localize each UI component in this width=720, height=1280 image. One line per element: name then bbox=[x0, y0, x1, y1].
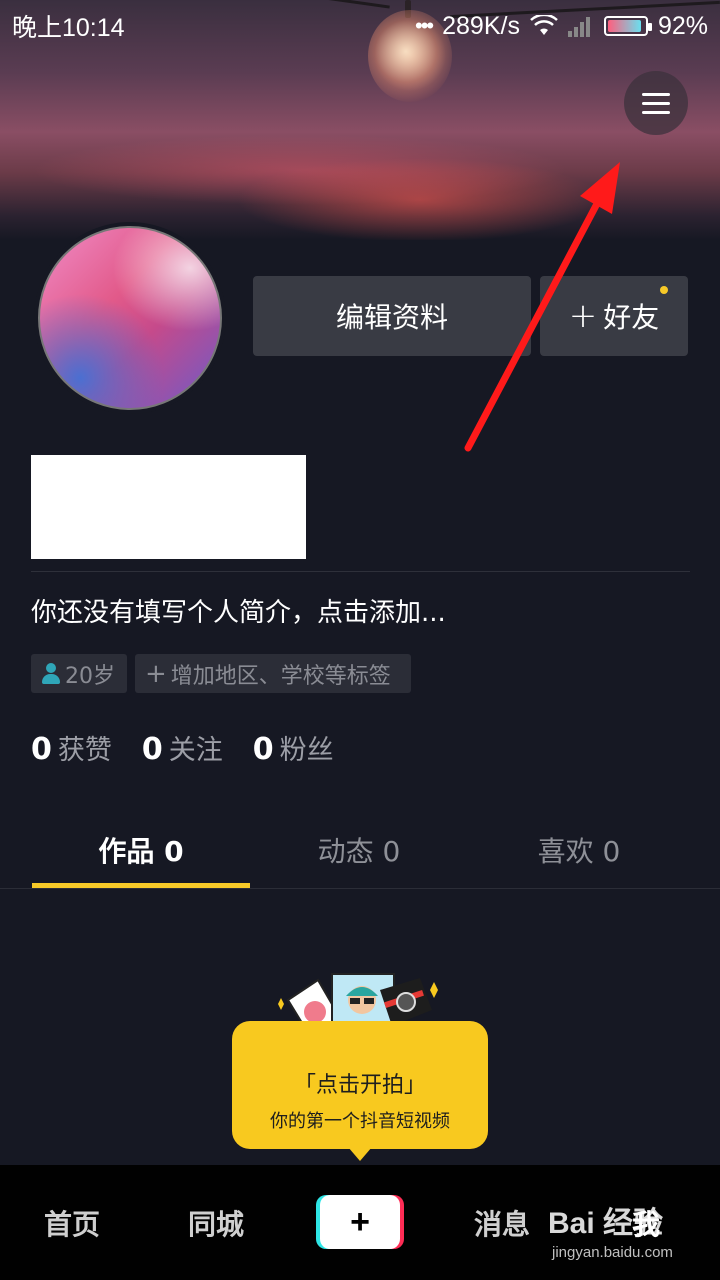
wifi-icon bbox=[530, 15, 558, 35]
stat-label: 粉丝 bbox=[279, 735, 334, 766]
age-tag[interactable]: 20岁 bbox=[31, 654, 127, 693]
battery-level bbox=[607, 20, 642, 32]
plus-icon: + bbox=[350, 1202, 370, 1241]
age-label: 20岁 bbox=[65, 663, 115, 689]
more-dots-icon: ••• bbox=[415, 13, 434, 38]
notification-dot bbox=[660, 286, 668, 294]
username-redacted bbox=[31, 455, 306, 559]
status-bar: 晚上10:14 ••• 289K/s 92% bbox=[0, 0, 720, 52]
add-friend-button[interactable]: + 好友 bbox=[540, 276, 688, 356]
menu-button[interactable] bbox=[624, 71, 688, 135]
baidu-watermark: Bai 经验 jingyan.baidu.com bbox=[548, 1198, 708, 1270]
battery-icon bbox=[603, 16, 652, 36]
add-tags-button[interactable]: + 增加地区、学校等标签 bbox=[135, 654, 411, 693]
tab-works[interactable]: 作品 0 bbox=[32, 815, 250, 885]
edit-profile-label: 编辑资料 bbox=[335, 301, 448, 334]
stat-number: 0 bbox=[141, 732, 163, 767]
plus-icon: + bbox=[568, 296, 598, 336]
watermark-logo: Bai 经验 bbox=[548, 1207, 664, 1240]
nav-home[interactable]: 首页 bbox=[44, 1203, 100, 1243]
add-friend-label: 好友 bbox=[603, 301, 660, 334]
status-indicators: ••• 289K/s 92% bbox=[415, 12, 708, 41]
menu-icon-line bbox=[642, 110, 670, 114]
edit-profile-button[interactable]: 编辑资料 bbox=[253, 276, 531, 356]
card-subtitle: 你的第一个抖音短视频 bbox=[270, 1111, 450, 1132]
stat-label: 关注 bbox=[168, 735, 223, 766]
add-tags-label: 增加地区、学校等标签 bbox=[170, 663, 391, 689]
active-tab-indicator bbox=[32, 883, 250, 888]
battery-percent: 92% bbox=[657, 11, 708, 40]
card-title: 「点击开拍」 bbox=[293, 1073, 426, 1098]
network-speed: 289K/s bbox=[442, 11, 520, 40]
menu-icon-line bbox=[642, 92, 670, 96]
card-tail bbox=[348, 1147, 372, 1161]
person-icon bbox=[41, 662, 61, 685]
divider bbox=[31, 571, 690, 572]
signal-icon bbox=[567, 17, 590, 37]
nav-nearby[interactable]: 同城 bbox=[188, 1203, 244, 1243]
tab-likes[interactable]: 喜欢 0 bbox=[470, 815, 688, 885]
menu-icon-line bbox=[642, 101, 670, 105]
start-shooting-card[interactable]: 「点击开拍」 你的第一个抖音短视频 bbox=[232, 1021, 488, 1149]
profile-stats: 0 获赞 0 关注 0 粉丝 bbox=[31, 728, 334, 767]
content-tabs: 作品 0 动态 0 喜欢 0 bbox=[0, 815, 720, 889]
avatar[interactable] bbox=[34, 222, 226, 414]
create-video-button[interactable]: + bbox=[320, 1195, 400, 1249]
stat-following[interactable]: 0 关注 bbox=[142, 728, 223, 767]
stat-number: 0 bbox=[252, 732, 274, 767]
status-time: 晚上10:14 bbox=[12, 14, 125, 42]
stat-label: 获赞 bbox=[57, 735, 112, 766]
watermark-url: jingyan.baidu.com bbox=[552, 1244, 673, 1261]
tab-moments[interactable]: 动态 0 bbox=[250, 815, 468, 885]
bio-text[interactable]: 你还没有填写个人简介，点击添加... bbox=[31, 592, 446, 629]
stat-number: 0 bbox=[31, 732, 52, 767]
stat-likes[interactable]: 0 获赞 bbox=[31, 728, 112, 767]
nav-messages[interactable]: 消息 bbox=[474, 1203, 530, 1243]
plus-icon: + bbox=[145, 658, 167, 689]
stat-followers[interactable]: 0 粉丝 bbox=[253, 728, 334, 767]
avatar-image bbox=[38, 226, 222, 410]
